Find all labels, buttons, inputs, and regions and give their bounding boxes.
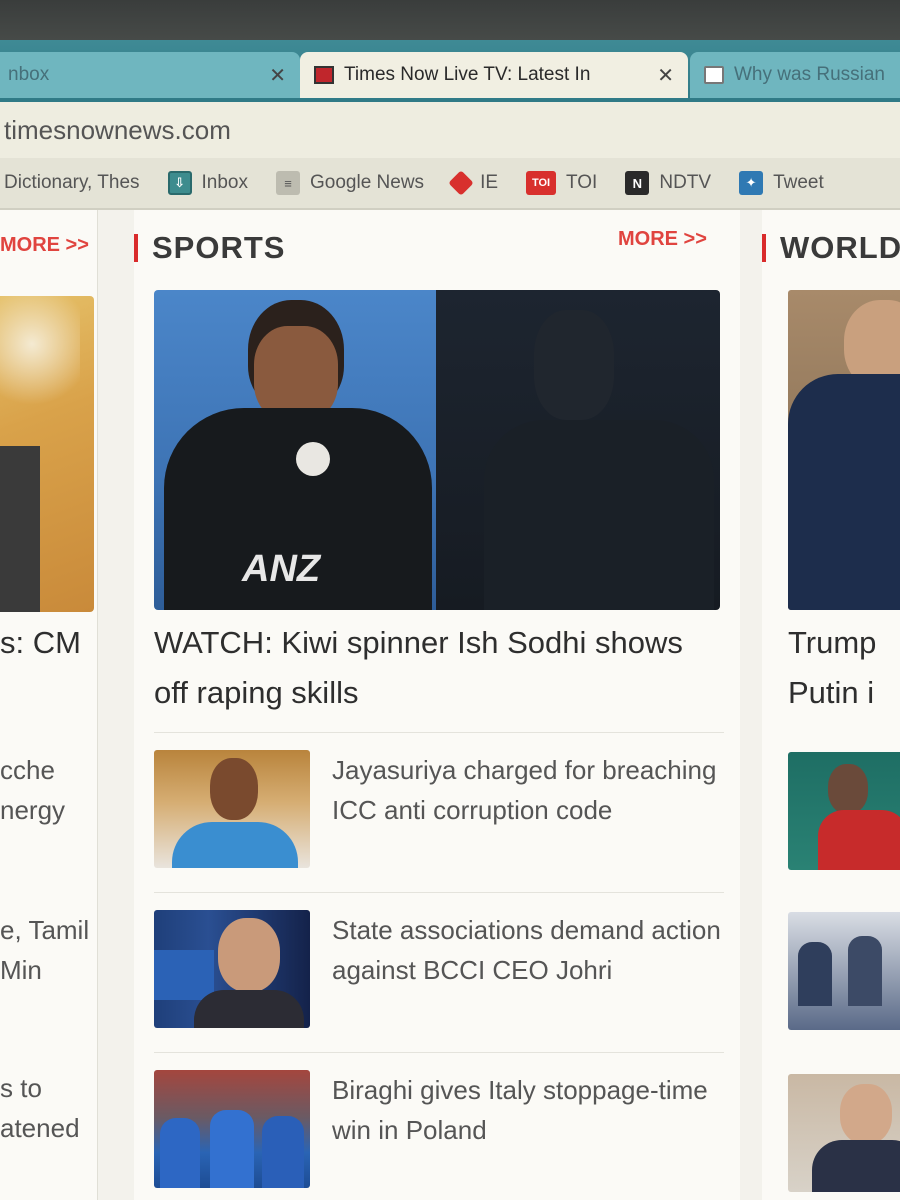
world-column: WORLD Trump Putin i: [762, 210, 900, 1200]
sports-item-title: State associations demand action against…: [332, 915, 721, 985]
left-item-line: e, Tamil: [0, 915, 90, 945]
tab-times-now[interactable]: Times Now Live TV: Latest In ✕: [300, 52, 688, 98]
bookmark-tweetdeck[interactable]: ✦ Tweet: [739, 171, 824, 195]
browser-tab-strip: nbox ✕ Times Now Live TV: Latest In ✕ Wh…: [0, 40, 900, 102]
world-lead-headline[interactable]: Trump Putin i: [788, 618, 876, 718]
inbox-icon: ⇩: [167, 171, 192, 195]
ndtv-icon: N: [625, 171, 650, 195]
sports-lead-image[interactable]: ANZ: [154, 290, 720, 610]
bookmark-label: NDTV: [659, 172, 712, 193]
divider: [154, 892, 724, 893]
bookmark-ndtv[interactable]: N NDTV: [625, 171, 711, 195]
bookmark-label: Tweet: [773, 172, 824, 193]
sports-section-header: SPORTS: [134, 230, 285, 266]
left-item-line: Min: [0, 955, 42, 985]
sports-item-title: Jayasuriya charged for breaching ICC ant…: [332, 755, 717, 825]
bookmark-toi[interactable]: TOI TOI: [526, 171, 597, 195]
world-item-thumbnail[interactable]: [788, 912, 900, 1030]
left-item-2[interactable]: e, Tamil Min: [0, 910, 130, 990]
left-item-line: cche: [0, 755, 55, 785]
bookmark-label: Dictionary, Thes: [4, 172, 140, 193]
world-item-thumbnail[interactable]: [788, 1074, 900, 1192]
address-bar[interactable]: timesnownews.com: [0, 102, 900, 158]
left-lead-headline[interactable]: s: CM: [0, 618, 81, 668]
tab-inbox[interactable]: nbox ✕: [0, 52, 300, 98]
more-link[interactable]: MORE >>: [0, 234, 89, 257]
url-text: timesnownews.com: [4, 114, 231, 145]
section-title: SPORTS: [152, 230, 286, 265]
tab-label: Times Now Live TV: Latest In: [344, 64, 591, 85]
section-accent-bar: [134, 234, 138, 262]
section-title: WORLD: [780, 230, 900, 265]
world-headline-line: Putin i: [788, 675, 875, 710]
left-item-line: s to: [0, 1073, 42, 1103]
sports-item-thumbnail: [154, 910, 310, 1028]
left-item-line: nergy: [0, 795, 66, 825]
document-favicon-icon: [704, 66, 724, 84]
bookmark-ie[interactable]: IE: [448, 170, 499, 196]
toi-icon: TOI: [526, 171, 557, 195]
world-item-thumbnail[interactable]: [788, 752, 900, 870]
world-headline-line: Trump: [788, 625, 877, 660]
sports-lead-headline[interactable]: WATCH: Kiwi spinner Ish Sodhi shows off …: [154, 618, 724, 718]
bookmark-label: TOI: [566, 172, 598, 193]
tab-label: nbox: [8, 64, 50, 85]
sports-item-thumbnail: [154, 1070, 310, 1188]
tab-label: Why was Russian: [734, 64, 885, 85]
google-news-icon: ≡: [276, 171, 300, 195]
hero-jersey-brand: ANZ: [242, 548, 321, 590]
left-item-3[interactable]: s to atened: [0, 1068, 130, 1148]
sports-item-1[interactable]: Jayasuriya charged for breaching ICC ant…: [154, 750, 724, 870]
section-accent-bar: [762, 234, 766, 262]
bookmark-inbox[interactable]: ⇩ Inbox: [167, 171, 248, 195]
sports-more-link[interactable]: MORE >>: [618, 228, 707, 251]
bookmark-label: IE: [480, 172, 499, 193]
bookmark-google-news[interactable]: ≡ Google News: [276, 171, 424, 195]
tab-why-russian[interactable]: Why was Russian: [690, 52, 900, 98]
left-news-column: MORE >> s: CM cche nergy e, Tamil Min s …: [0, 210, 98, 1200]
left-item-line: atened: [0, 1113, 80, 1143]
page-content: MORE >> s: CM cche nergy e, Tamil Min s …: [0, 210, 900, 1200]
close-icon[interactable]: ✕: [647, 63, 674, 88]
sports-column: SPORTS MORE >> ANZ WATCH: Kiwi spinner I…: [134, 210, 740, 1200]
tweetdeck-icon: ✦: [739, 171, 764, 195]
bookmark-label: Google News: [310, 172, 425, 193]
bookmarks-bar: Dictionary, Thes ⇩ Inbox ≡ Google News I…: [0, 158, 900, 210]
world-section-header: WORLD: [762, 230, 900, 266]
divider: [154, 732, 724, 733]
close-icon[interactable]: ✕: [259, 63, 286, 88]
left-item-1[interactable]: cche nergy: [0, 750, 130, 830]
bookmark-label: Inbox: [201, 172, 248, 193]
times-now-favicon-icon: [314, 66, 334, 84]
bookmark-dictionary[interactable]: Dictionary, Thes: [4, 172, 140, 194]
left-lead-image[interactable]: [0, 296, 94, 612]
divider: [154, 1052, 724, 1053]
ie-icon: [448, 170, 474, 196]
sports-item-title: Biraghi gives Italy stoppage-time win in…: [332, 1075, 708, 1145]
world-lead-image[interactable]: [788, 290, 900, 610]
sports-item-thumbnail: [154, 750, 310, 868]
sports-item-3[interactable]: Biraghi gives Italy stoppage-time win in…: [154, 1070, 724, 1190]
sports-item-2[interactable]: State associations demand action against…: [154, 910, 724, 1030]
